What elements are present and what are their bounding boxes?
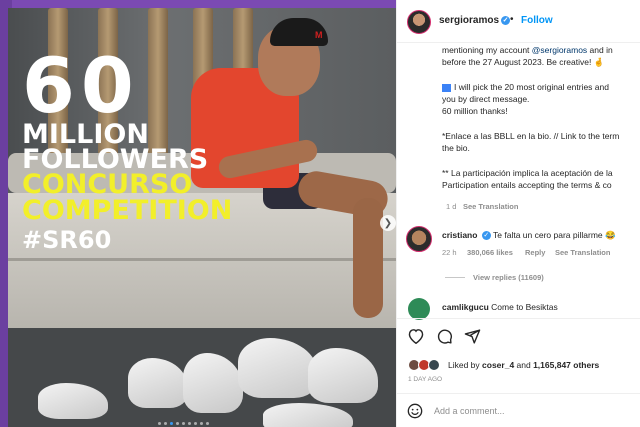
avatar[interactable] — [408, 298, 430, 320]
username-text[interactable]: sergioramos — [439, 15, 499, 26]
avatar[interactable] — [407, 10, 431, 34]
section-divider — [396, 318, 640, 319]
caption-line: I will pick the 20 most original entries… — [442, 82, 609, 93]
carousel-dot — [194, 422, 197, 425]
overlay-number: 60 — [22, 41, 140, 130]
carousel-next-button[interactable]: ❯ — [380, 215, 396, 231]
liked-by-user[interactable]: coser_4 — [482, 360, 514, 370]
chevron-right-icon: ❯ — [383, 217, 393, 229]
comment-body: camlikgucu Come to Besiktas — [442, 302, 558, 313]
verified-badge-icon: ✓ — [501, 15, 511, 25]
post-timestamp: 1 DAY AGO — [408, 376, 443, 383]
see-translation-link[interactable]: See Translation — [463, 202, 518, 211]
comment-username[interactable]: camlikgucu — [442, 302, 489, 312]
carousel-dot — [158, 422, 161, 425]
follow-button[interactable]: Follow — [521, 15, 553, 26]
caption-text: I will pick the 20 most original entries… — [454, 82, 609, 92]
see-translation-link[interactable]: See Translation — [555, 248, 610, 257]
carousel-dot — [206, 422, 209, 425]
arrow-emoji-icon — [442, 83, 451, 92]
comment-button[interactable] — [434, 326, 454, 346]
caption-time: 1 d — [446, 202, 457, 211]
instagram-post-window: M 60 MILLION FOLLOWERS CONCURSO COMPETIT… — [0, 0, 640, 427]
section-divider — [396, 393, 640, 394]
verified-badge-icon: ✓ — [481, 231, 491, 241]
post-image[interactable]: M 60 MILLION FOLLOWERS CONCURSO COMPETIT… — [8, 8, 396, 427]
emoji-button[interactable] — [406, 402, 424, 420]
comment-body: cristiano ✓ Te falta un cero para pillar… — [442, 230, 616, 241]
comment-icon — [437, 329, 452, 344]
carousel-dot — [182, 422, 185, 425]
header-separator: • — [510, 14, 514, 25]
caption-line: you by direct message. — [442, 94, 530, 104]
image-person-leg — [353, 198, 383, 318]
liked-by-text: Liked by coser_4 and 1,165,847 others — [448, 360, 599, 371]
caption-line: Participation entails accepting the term… — [442, 180, 612, 190]
caption-text: and in — [587, 45, 613, 55]
overlay-concurso: CONCURSO — [22, 169, 193, 200]
image-sofa-seam — [8, 258, 396, 261]
liked-by-and: and — [514, 360, 534, 370]
reply-button[interactable]: Reply — [525, 248, 545, 257]
share-button[interactable] — [462, 326, 482, 346]
carousel-dot — [164, 422, 167, 425]
carousel-dot — [176, 422, 179, 425]
header-username[interactable]: sergioramos ✓ — [439, 15, 511, 26]
caption-text: mentioning my account — [442, 45, 532, 55]
view-replies-button[interactable]: View replies (11609) — [473, 273, 544, 282]
like-button[interactable] — [406, 326, 426, 346]
comment-time: 22 h — [442, 248, 457, 257]
comment-likes[interactable]: 380,066 likes — [467, 248, 513, 257]
replies-divider — [445, 277, 465, 278]
avatar[interactable] — [406, 226, 432, 252]
caption-line: the bio. — [442, 143, 470, 153]
comment-text: Come to Besiktas — [491, 302, 558, 312]
cap-logo: M — [315, 30, 323, 40]
caption-line: 60 million thanks! — [442, 106, 508, 116]
avatar[interactable] — [428, 359, 440, 371]
carousel-dot — [170, 422, 173, 425]
liked-by-avatars — [408, 359, 446, 371]
overlay-competition: COMPETITION — [22, 195, 233, 226]
add-comment-input[interactable]: Add a comment... — [434, 406, 505, 416]
mention-link[interactable]: @sergioramos — [532, 45, 587, 55]
post-header: sergioramos ✓ • Follow — [397, 0, 640, 43]
heart-icon — [408, 329, 424, 344]
smiley-icon — [407, 403, 423, 419]
comment-username[interactable]: cristiano — [442, 230, 477, 240]
carousel-dot — [188, 422, 191, 425]
caption-line: *Enlace a las BBLL en la bio. // Link to… — [442, 131, 620, 141]
send-icon — [464, 328, 480, 344]
caption-line: before the 27 August 2023. Be creative! … — [442, 57, 605, 67]
overlay-hashtag: #SR60 — [22, 226, 112, 254]
comment-text: Te falta un cero para pillarme 😂 — [493, 230, 616, 240]
carousel-indicator — [158, 422, 209, 425]
caption-line: mentioning my account @sergioramos and i… — [442, 45, 613, 56]
liked-by-count[interactable]: 1,165,847 others — [533, 360, 599, 370]
caption-line: ** La participación implica la aceptació… — [442, 168, 613, 178]
carousel-dot — [200, 422, 203, 425]
liked-by-prefix: Liked by — [448, 360, 483, 370]
